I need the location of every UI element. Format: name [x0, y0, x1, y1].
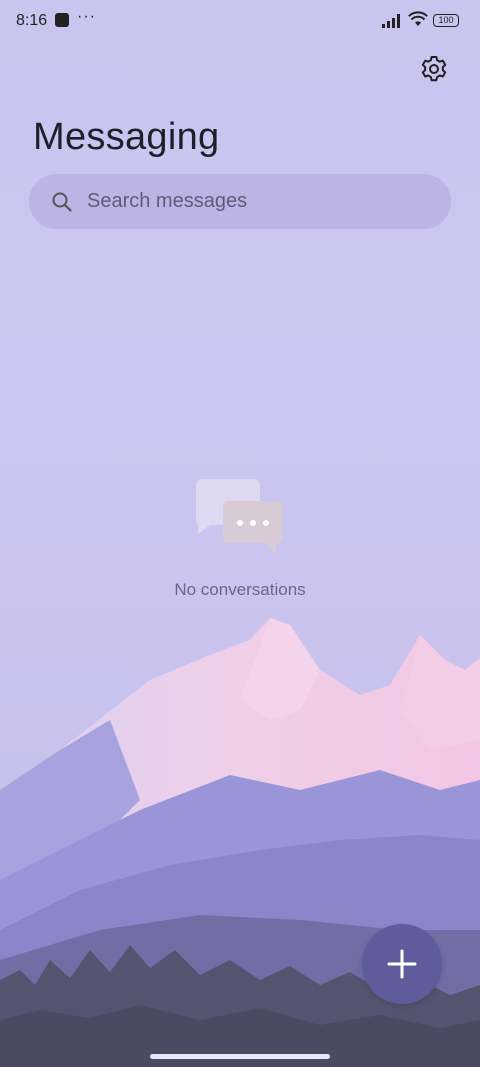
- page-title: Messaging: [33, 116, 220, 158]
- settings-button[interactable]: [418, 53, 450, 85]
- home-indicator[interactable]: [150, 1054, 330, 1059]
- battery-level: 100: [438, 15, 454, 25]
- signal-icon: [382, 14, 400, 28]
- empty-state-text: No conversations: [174, 580, 306, 599]
- new-conversation-button[interactable]: [362, 924, 442, 1004]
- wifi-icon: [408, 11, 428, 26]
- search-icon: [52, 192, 72, 212]
- app-notification-icon: [55, 13, 69, 27]
- status-time: 8:16: [16, 12, 48, 29]
- status-bar: 8:16 ··· 100: [0, 0, 480, 44]
- gear-icon: [421, 56, 447, 82]
- search-bar[interactable]: [29, 174, 451, 229]
- chat-bubbles-icon: [196, 479, 283, 555]
- search-input[interactable]: [85, 189, 389, 214]
- battery-icon: 100: [433, 14, 459, 27]
- more-notifications-indicator: ···: [77, 8, 96, 25]
- plus-icon: [387, 949, 417, 979]
